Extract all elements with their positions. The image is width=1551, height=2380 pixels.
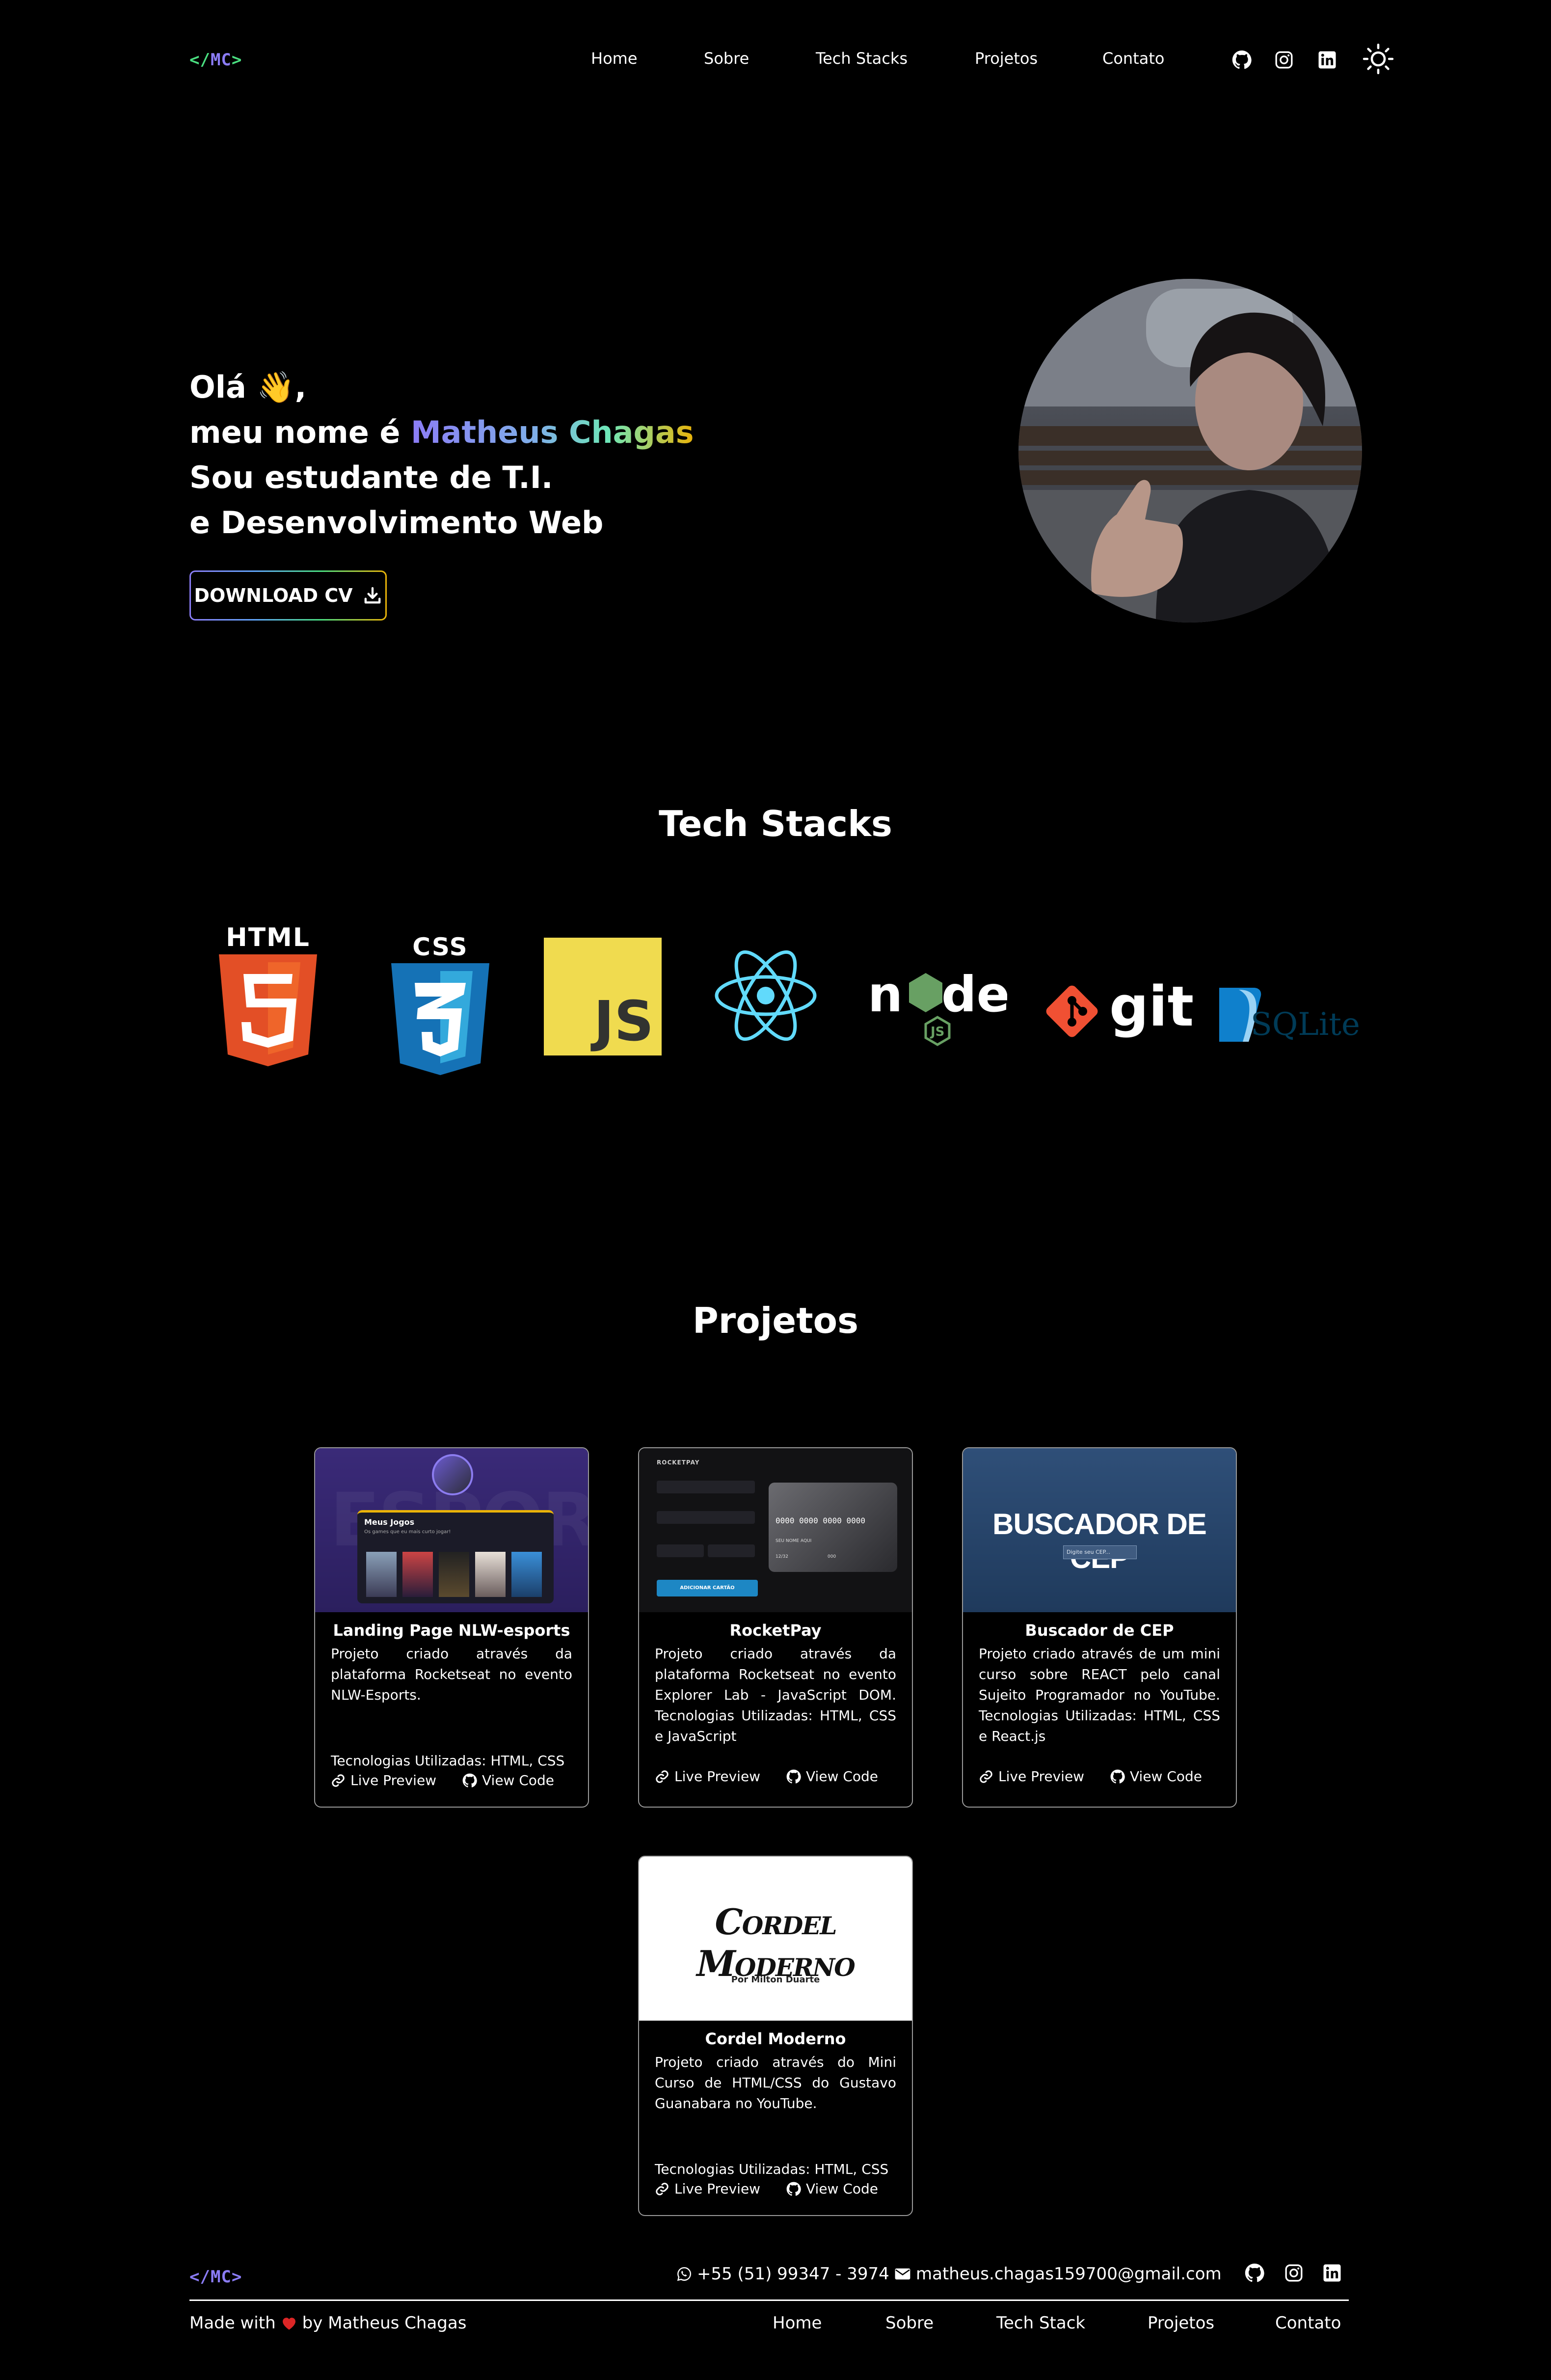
whatsapp-icon <box>677 2267 691 2281</box>
footer-nav-tech-stack[interactable]: Tech Stack <box>996 2313 1085 2333</box>
view-code-link[interactable]: View Code <box>786 1768 878 1785</box>
sqlite-logo: SQLite <box>1214 985 1360 1049</box>
nav-projetos[interactable]: Projetos <box>975 49 1038 68</box>
footer-linkedin-icon[interactable] <box>1322 2263 1342 2283</box>
project-description: Projeto criado através da plataforma Roc… <box>655 1646 896 1744</box>
project-description: Projeto criado através do Mini Curso de … <box>655 2054 896 2111</box>
nav-contato[interactable]: Contato <box>1102 49 1164 68</box>
nav-home[interactable]: Home <box>591 49 638 68</box>
project-thumbnail: BUSCADOR DE CEP Digite seu CEP... <box>963 1448 1236 1612</box>
github-icon <box>1110 1769 1125 1784</box>
project-technologies: Tecnologias Utilizadas: HTML, CSS <box>331 1753 565 1769</box>
profile-photo <box>1018 279 1362 622</box>
footer-nav-projetos[interactable]: Projetos <box>1148 2313 1214 2333</box>
svg-text:n: n <box>868 966 903 1023</box>
theme-toggle-sun-icon[interactable] <box>1362 42 1395 76</box>
instagram-icon[interactable] <box>1274 50 1294 70</box>
project-title: Landing Page NLW-esports <box>333 1621 570 1640</box>
download-cv-button[interactable]: DOWNLOAD CV <box>189 570 387 621</box>
nav-sobre[interactable]: Sobre <box>704 49 749 68</box>
footer-phone[interactable]: +55 (51) 99347 - 3974 <box>676 2264 889 2284</box>
project-thumbnail: Cordel Moderno Por Milton Duarte <box>639 1857 912 2021</box>
view-code-link[interactable]: View Code <box>1110 1768 1202 1785</box>
hero-line-webdev: e Desenvolvimento Web <box>189 505 604 541</box>
link-icon <box>980 1770 992 1783</box>
link-icon <box>332 1774 345 1787</box>
header-logo[interactable]: </MC> <box>189 50 242 70</box>
project-card-nlw-esports: ESPORTS Meus Jogos Os games que eu mais … <box>314 1447 589 1808</box>
live-preview-link[interactable]: Live Preview <box>979 1768 1084 1785</box>
svg-text:de: de <box>941 966 1007 1023</box>
project-thumbnail: ROCKETPAY ADICIONAR CARTÃO 0000 0000 000… <box>639 1448 912 1612</box>
hero-name: Matheus Chagas <box>410 414 694 450</box>
hero-name-line: meu nome é Matheus Chagas <box>189 414 694 450</box>
email-icon <box>895 2268 910 2280</box>
link-icon <box>656 2182 669 2195</box>
footer-logo[interactable]: </MC> <box>189 2267 242 2287</box>
project-thumbnail: ESPORTS Meus Jogos Os games que eu mais … <box>315 1448 588 1612</box>
live-preview-link[interactable]: Live Preview <box>655 2181 760 2197</box>
project-card-cordel-moderno: Cordel Moderno Por Milton Duarte Cordel … <box>638 1856 913 2216</box>
footer-instagram-icon[interactable] <box>1284 2263 1304 2283</box>
project-description: Projeto criado através da plataforma Roc… <box>331 1646 572 1703</box>
link-icon <box>656 1770 669 1783</box>
footer-credit: Made with by Matheus Chagas <box>189 2313 467 2333</box>
project-technologies: Tecnologias Utilizadas: HTML, CSS <box>655 2161 889 2177</box>
view-code-link[interactable]: View Code <box>786 2181 878 2197</box>
footer-nav-sobre[interactable]: Sobre <box>885 2313 934 2333</box>
project-title: RocketPay <box>729 1621 822 1640</box>
nav-tech-stacks[interactable]: Tech Stacks <box>816 49 908 68</box>
javascript-logo: JS <box>544 938 662 1055</box>
git-logo: git <box>1043 975 1194 1043</box>
tech-stacks-title: Tech Stacks <box>659 803 892 844</box>
footer-nav-contato[interactable]: Contato <box>1275 2313 1341 2333</box>
live-preview-link[interactable]: Live Preview <box>331 1772 436 1788</box>
project-card-buscador-cep: BUSCADOR DE CEP Digite seu CEP... Buscad… <box>962 1447 1237 1808</box>
project-title: Buscador de CEP <box>1025 1621 1174 1640</box>
view-code-link[interactable]: View Code <box>462 1772 554 1788</box>
projetos-title: Projetos <box>693 1300 858 1341</box>
html5-logo: HTML <box>219 923 317 1066</box>
live-preview-link[interactable]: Live Preview <box>655 1768 760 1785</box>
svg-text:JS: JS <box>930 1025 944 1039</box>
project-title: Cordel Moderno <box>705 2029 846 2048</box>
github-icon <box>786 2182 801 2196</box>
hero-greeting: Olá 👋, <box>189 369 307 405</box>
project-card-rocketpay: ROCKETPAY ADICIONAR CARTÃO 0000 0000 000… <box>638 1447 913 1808</box>
footer-nav-home[interactable]: Home <box>773 2313 822 2333</box>
footer-github-icon[interactable] <box>1245 2263 1264 2283</box>
github-icon <box>462 1773 477 1787</box>
github-icon <box>786 1769 801 1784</box>
css3-logo: CSS <box>391 933 489 1075</box>
download-icon <box>364 587 380 604</box>
heart-icon <box>282 2318 295 2330</box>
footer-divider <box>189 2299 1349 2301</box>
hero-line-study: Sou estudante de T.I. <box>189 460 553 495</box>
project-description: Projeto criado através de um mini curso … <box>979 1646 1220 1744</box>
footer-email[interactable]: matheus.chagas159700@gmail.com <box>894 2264 1222 2284</box>
react-logo <box>715 950 817 1041</box>
linkedin-icon[interactable] <box>1317 50 1337 70</box>
nodejs-logo: n de JS <box>868 966 1007 1046</box>
github-icon[interactable] <box>1232 50 1252 70</box>
